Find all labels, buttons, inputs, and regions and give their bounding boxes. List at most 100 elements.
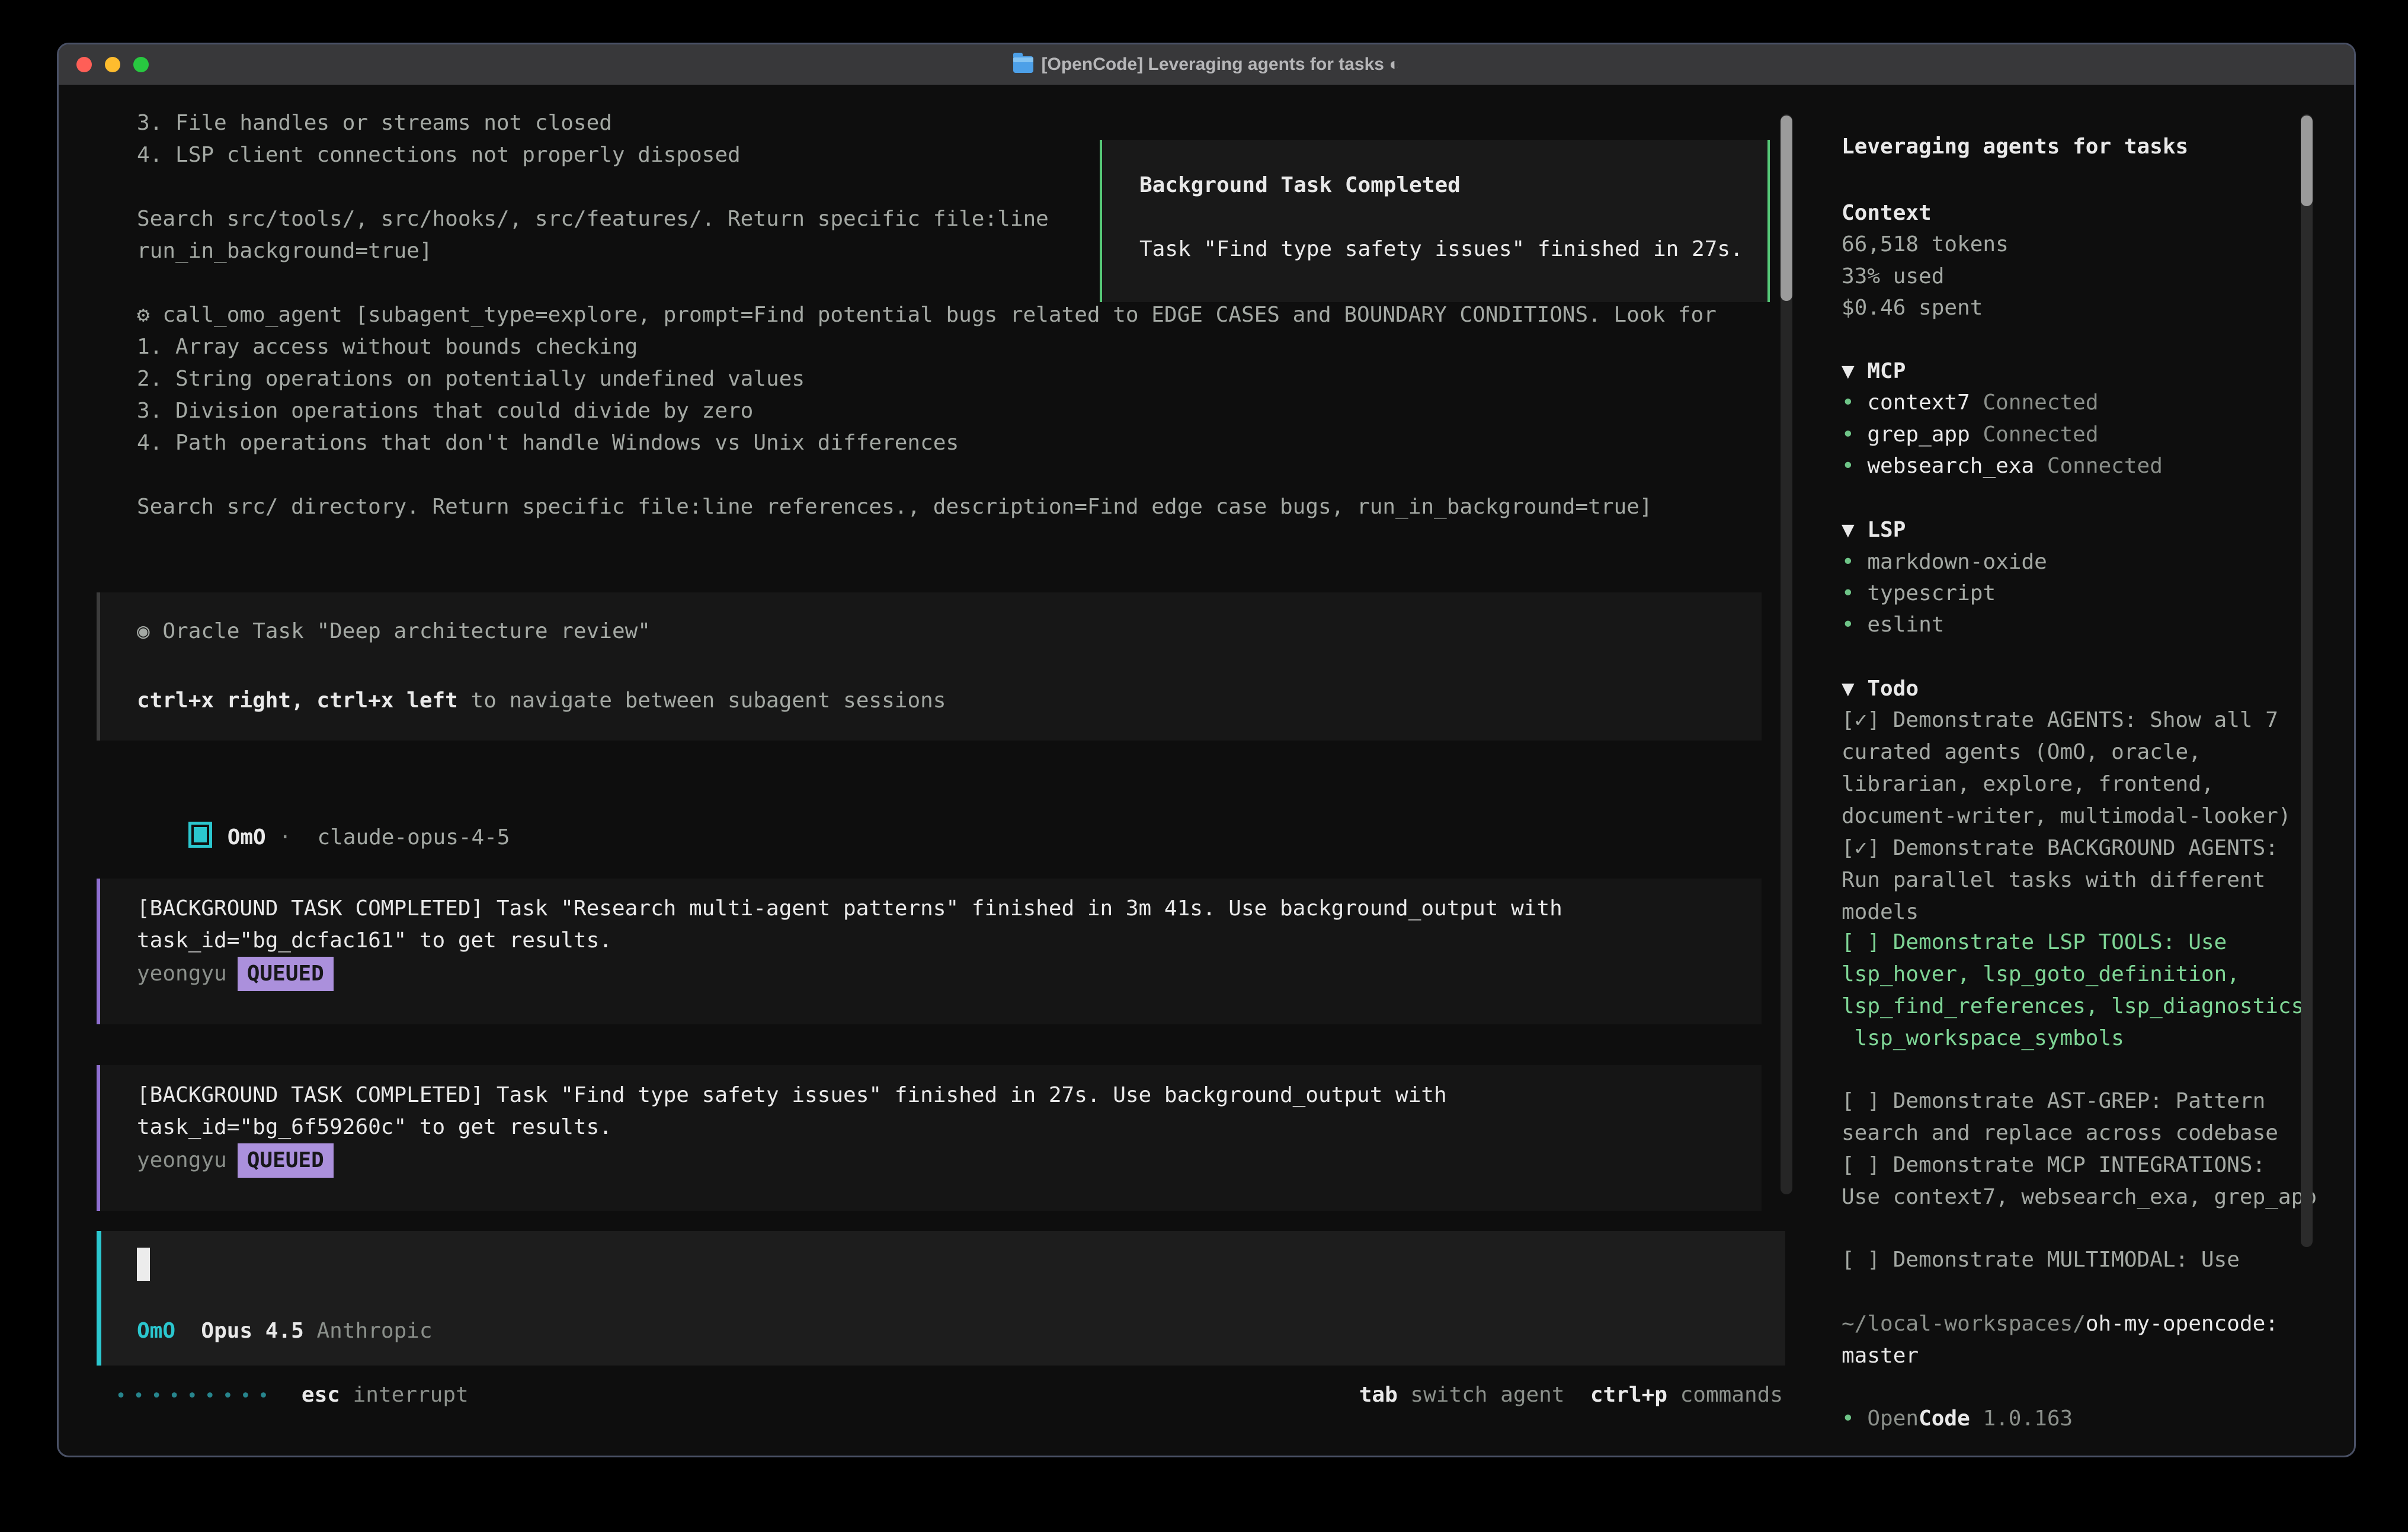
- input-status-row: OmO Opus 4.5 Anthropic: [137, 1315, 433, 1347]
- context-heading: Context: [1842, 197, 1932, 229]
- opencode-version: • OpenCode 1.0.163: [1842, 1403, 2073, 1435]
- tool-call-tail: Search src/ directory. Return specific f…: [137, 491, 1653, 523]
- author-name: yeongyu: [137, 1148, 227, 1172]
- mcp-item: • context7 Connected: [1842, 387, 2099, 419]
- message-meta: yeongyu QUEUED: [137, 1143, 334, 1178]
- lsp-item: • markdown-oxide: [1842, 546, 2047, 578]
- workspace-path: ~/local-workspaces/oh-my-opencode:: [1842, 1308, 2278, 1340]
- todo-line: [ ] Demonstrate MCP INTEGRATIONS:: [1842, 1149, 2265, 1181]
- todo-line: Run parallel tasks with different: [1842, 864, 2265, 896]
- author-name: yeongyu: [137, 961, 227, 986]
- background-task-message: [BACKGROUND TASK COMPLETED] Task "Resear…: [97, 879, 1762, 1024]
- tool-call-item: 4. Path operations that don't handle Win…: [137, 427, 959, 459]
- notification-title: Background Task Completed: [1139, 169, 1461, 201]
- context-tokens: 66,518 tokens: [1842, 229, 2009, 261]
- hint-keys: ctrl+x right, ctrl+x left: [137, 688, 458, 713]
- todo-line-active: lsp_find_references, lsp_diagnostics,: [1842, 991, 2317, 1023]
- background-task-notification: Background Task Completed Task "Find typ…: [1100, 140, 1770, 302]
- bullet-icon: •: [1842, 1406, 1855, 1431]
- lsp-item: • eslint: [1842, 609, 1944, 641]
- ctrlp-key-hint: ctrl+p: [1590, 1383, 1667, 1407]
- todo-line: [✓] Demonstrate BACKGROUND AGENTS:: [1842, 832, 2278, 864]
- bullet-icon: •: [1842, 454, 1855, 478]
- bullet-icon: •: [1842, 613, 1855, 637]
- separator-dot: [266, 825, 279, 850]
- bullet-icon: •: [1842, 581, 1855, 605]
- gear-icon: ⚙: [137, 303, 150, 327]
- todo-line-active: lsp_workspace_symbols: [1842, 1023, 2124, 1055]
- sidebar-scrollbar-thumb[interactable]: [2301, 116, 2313, 206]
- message-meta: yeongyu QUEUED: [137, 957, 334, 991]
- chat-scrollbar-thumb[interactable]: [1781, 116, 1792, 301]
- traffic-lights: [76, 44, 149, 85]
- tab-key-hint: tab: [1359, 1383, 1398, 1407]
- bullet-icon: •: [1842, 422, 1855, 447]
- oracle-task-title: ◉ Oracle Task "Deep architecture review": [137, 616, 651, 648]
- todo-line-active: lsp_hover, lsp_goto_definition,: [1842, 959, 2240, 991]
- todo-line: [✓] Demonstrate AGENTS: Show all 7: [1842, 704, 2278, 736]
- tool-call-item: 2. String operations on potentially unde…: [137, 363, 805, 395]
- chevron-down-icon: ▼: [1842, 677, 1855, 701]
- mcp-section-header[interactable]: ▼ MCP: [1842, 355, 1906, 387]
- oracle-task-box: ◉ Oracle Task "Deep architecture review"…: [97, 592, 1762, 741]
- todo-section-header[interactable]: ▼ Todo: [1842, 673, 1919, 705]
- agent-model: claude-opus-4-5: [317, 825, 510, 850]
- todo-line: document-writer, multimodal-looker): [1842, 800, 2291, 832]
- todo-line: [ ] Demonstrate AST-GREP: Pattern: [1842, 1085, 2265, 1117]
- chevron-down-icon: ▼: [1842, 359, 1855, 383]
- window-titlebar[interactable]: [OpenCode] Leveraging agents for tasks ◐: [59, 44, 2354, 85]
- input-provider-name: Anthropic: [316, 1319, 432, 1343]
- mcp-item: • grep_app Connected: [1842, 419, 2099, 451]
- window-title: [OpenCode] Leveraging agents for tasks ◐: [1042, 55, 1400, 75]
- opencode-terminal-window: [OpenCode] Leveraging agents for tasks ◐…: [57, 43, 2356, 1457]
- context-spent: $0.46 spent: [1842, 292, 1983, 324]
- omo-agent-icon: [188, 822, 212, 848]
- todo-line: search and replace across codebase: [1842, 1117, 2278, 1149]
- context-used: 33% used: [1842, 261, 1944, 293]
- bullet-icon: •: [1842, 550, 1855, 574]
- queued-badge: QUEUED: [238, 1143, 334, 1178]
- lsp-item: • typescript: [1842, 578, 1996, 610]
- status-bar-left: ••••••••• esc interrupt: [116, 1379, 469, 1412]
- terminal-line: Search src/tools/, src/hooks/, src/featu…: [137, 203, 1049, 235]
- input-agent-name: OmO: [137, 1319, 175, 1343]
- progress-dots: •••••••••: [116, 1386, 276, 1406]
- tool-call-item: 3. Division operations that could divide…: [137, 395, 753, 427]
- message-line: task_id="bg_dcfac161" to get results.: [137, 925, 612, 957]
- queued-badge: QUEUED: [238, 957, 334, 991]
- terminal-line: 4. LSP client connections not properly d…: [137, 139, 741, 171]
- agent-header: OmO · claude-opus-4-5: [137, 790, 510, 886]
- oracle-task-hint: ctrl+x right, ctrl+x left to navigate be…: [137, 685, 946, 717]
- esc-key-hint: esc: [302, 1383, 340, 1407]
- status-bar-right: tab switch agent ctrl+p commands: [1359, 1379, 1783, 1411]
- todo-line-active: [ ] Demonstrate LSP TOOLS: Use: [1842, 927, 2227, 959]
- message-line: [BACKGROUND TASK COMPLETED] Task "Find t…: [137, 1079, 1447, 1111]
- text-cursor: [137, 1248, 150, 1281]
- input-model-name: Opus 4.5: [201, 1319, 303, 1343]
- zoom-window-button[interactable]: [133, 57, 149, 72]
- sidebar-session-title: Leveraging agents for tasks: [1842, 131, 2188, 163]
- agent-name: OmO: [228, 825, 266, 850]
- message-line: [BACKGROUND TASK COMPLETED] Task "Resear…: [137, 893, 1562, 925]
- background-task-message: [BACKGROUND TASK COMPLETED] Task "Find t…: [97, 1065, 1762, 1211]
- chevron-down-icon: ▼: [1842, 518, 1855, 542]
- tool-call-item: 1. Array access without bounds checking: [137, 331, 638, 363]
- prompt-input[interactable]: OmO Opus 4.5 Anthropic: [97, 1231, 1785, 1366]
- mcp-item: • websearch_exa Connected: [1842, 450, 2163, 482]
- lsp-section-header[interactable]: ▼ LSP: [1842, 514, 1906, 546]
- hint-text: to navigate between subagent sessions: [458, 688, 946, 713]
- terminal-line: run_in_background=true]: [137, 235, 433, 267]
- workspace-branch: master: [1842, 1340, 1919, 1372]
- todo-line: curated agents (OmO, oracle,: [1842, 736, 2201, 768]
- todo-line: [ ] Demonstrate MULTIMODAL: Use: [1842, 1244, 2240, 1276]
- bullet-icon: •: [1842, 390, 1855, 415]
- sidebar-scrollbar-track[interactable]: [2301, 114, 2313, 1247]
- minimize-window-button[interactable]: [105, 57, 120, 72]
- message-line: task_id="bg_6f59260c" to get results.: [137, 1111, 612, 1143]
- terminal-line: 3. File handles or streams not closed: [137, 107, 612, 139]
- todo-line: models: [1842, 896, 1919, 928]
- close-window-button[interactable]: [76, 57, 92, 72]
- notification-body: Task "Find type safety issues" finished …: [1139, 233, 1743, 265]
- todo-line: Use context7, websearch_exa, grep_app: [1842, 1181, 2317, 1213]
- window-document-icon: [1013, 56, 1033, 73]
